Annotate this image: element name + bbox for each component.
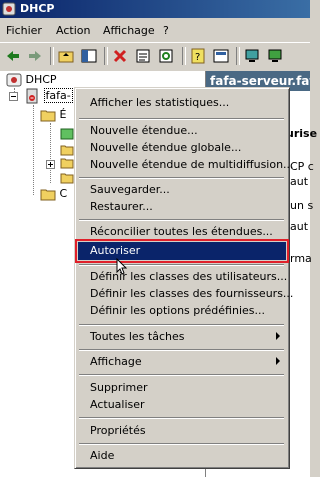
collapse-toggle[interactable] (9, 91, 18, 104)
menu-item-reconcilier[interactable]: Réconcilier toutes les étendues... (78, 223, 286, 241)
folder-icon (60, 158, 74, 169)
menu-item-nouvelle-etendue[interactable]: Nouvelle étendue... (78, 122, 286, 140)
options-label: C (59, 187, 68, 200)
tree-child-node[interactable] (60, 127, 74, 144)
menu-separator (79, 219, 284, 221)
server-icon (26, 88, 38, 104)
delete-icon[interactable] (111, 47, 129, 65)
menu-item-options-predefinies[interactable]: Définir les options prédéfinies... (78, 302, 286, 320)
menu-fichier[interactable]: Fichier (6, 24, 42, 37)
menu-separator (79, 118, 284, 120)
properties-icon[interactable] (134, 47, 152, 65)
menu-item-toutes-les-taches[interactable]: Toutes les tâches (78, 328, 286, 346)
menu-affichage[interactable]: Affichage (103, 24, 155, 37)
menu-separator (79, 374, 284, 376)
menu-item-restaurer[interactable]: Restaurer... (78, 198, 286, 216)
menu-item-classes-fournisseurs[interactable]: Définir les classes des fournisseurs... (78, 285, 293, 303)
tree-scope-node[interactable]: É (40, 108, 66, 122)
menu-action[interactable]: Action (56, 24, 90, 37)
menu-separator (79, 177, 284, 179)
show-hide-tree-icon[interactable] (80, 47, 98, 65)
menu-separator (79, 349, 284, 351)
tree-root-label: DHCP (25, 73, 57, 86)
menu-separator (79, 443, 284, 445)
menu-separator (79, 324, 284, 326)
forward-arrow-icon[interactable] (26, 47, 44, 65)
tree-child-folder[interactable] (60, 171, 74, 188)
menu-separator (79, 417, 284, 419)
dhcp-root-icon (6, 73, 22, 87)
menu-item-affichage[interactable]: Affichage (78, 353, 286, 371)
help-icon[interactable]: ? (189, 47, 207, 65)
details-text: aut (290, 220, 309, 233)
menu-item-aide[interactable]: Aide (78, 447, 286, 465)
menu-bar: Fichier Action Affichage ? (0, 19, 310, 41)
network-computer-icon[interactable] (266, 47, 284, 65)
back-arrow-icon[interactable] (4, 47, 22, 65)
details-header-label: fafa-serveur.fafa. (210, 74, 310, 88)
menu-item-actualiser[interactable]: Actualiser (78, 396, 286, 414)
tree-options-node[interactable]: C (40, 187, 67, 201)
folder-icon (60, 145, 74, 156)
details-text: CP c (290, 160, 314, 173)
folder-icon (60, 173, 74, 184)
menu-item-proprietes[interactable]: Propriétés (78, 422, 286, 440)
server-label: fafa- (43, 88, 73, 103)
window-title: DHCP (20, 2, 55, 15)
details-text: urise (286, 127, 318, 140)
tree-server-node[interactable]: fafa- (24, 88, 73, 104)
console-icon[interactable] (212, 47, 230, 65)
menu-item-nouvelle-etendue-multidiffusion[interactable]: Nouvelle étendue de multidiffusion... (78, 156, 294, 174)
details-text: un s (290, 199, 314, 212)
scope-label: É (59, 108, 67, 121)
submenu-arrow-icon (276, 357, 280, 365)
svg-text:?: ? (195, 52, 200, 63)
menu-separator (79, 264, 284, 266)
details-text: rma (290, 252, 312, 265)
computer-icon[interactable] (243, 47, 261, 65)
up-folder-icon[interactable] (57, 47, 75, 65)
menu-item-afficher-statistiques[interactable]: Afficher les statistiques... (78, 94, 286, 112)
details-text: aut (290, 175, 309, 188)
menu-help[interactable]: ? (163, 24, 169, 37)
expand-toggle[interactable] (46, 159, 55, 172)
folder-icon (40, 189, 56, 201)
title-bar: DHCP (0, 0, 310, 18)
submenu-arrow-icon (276, 332, 280, 340)
menu-item-nouvelle-etendue-globale[interactable]: Nouvelle étendue globale... (78, 139, 286, 157)
menu-item-classes-utilisateurs[interactable]: Définir les classes des utilisateurs... (78, 268, 287, 286)
mouse-cursor-icon (116, 257, 128, 279)
folder-icon (40, 110, 56, 122)
tree-root-dhcp[interactable]: DHCP (6, 73, 57, 87)
green-node-icon (60, 128, 74, 140)
menu-item-sauvegarder[interactable]: Sauvegarder... (78, 181, 286, 199)
menu-item-supprimer[interactable]: Supprimer (78, 379, 286, 397)
context-menu: Afficher les statistiques... Nouvelle ét… (74, 87, 294, 469)
dhcp-app-icon (2, 2, 16, 16)
toolbar: ? (0, 42, 310, 72)
menu-item-autoriser[interactable]: Autoriser (75, 239, 289, 263)
refresh-icon[interactable] (157, 47, 175, 65)
